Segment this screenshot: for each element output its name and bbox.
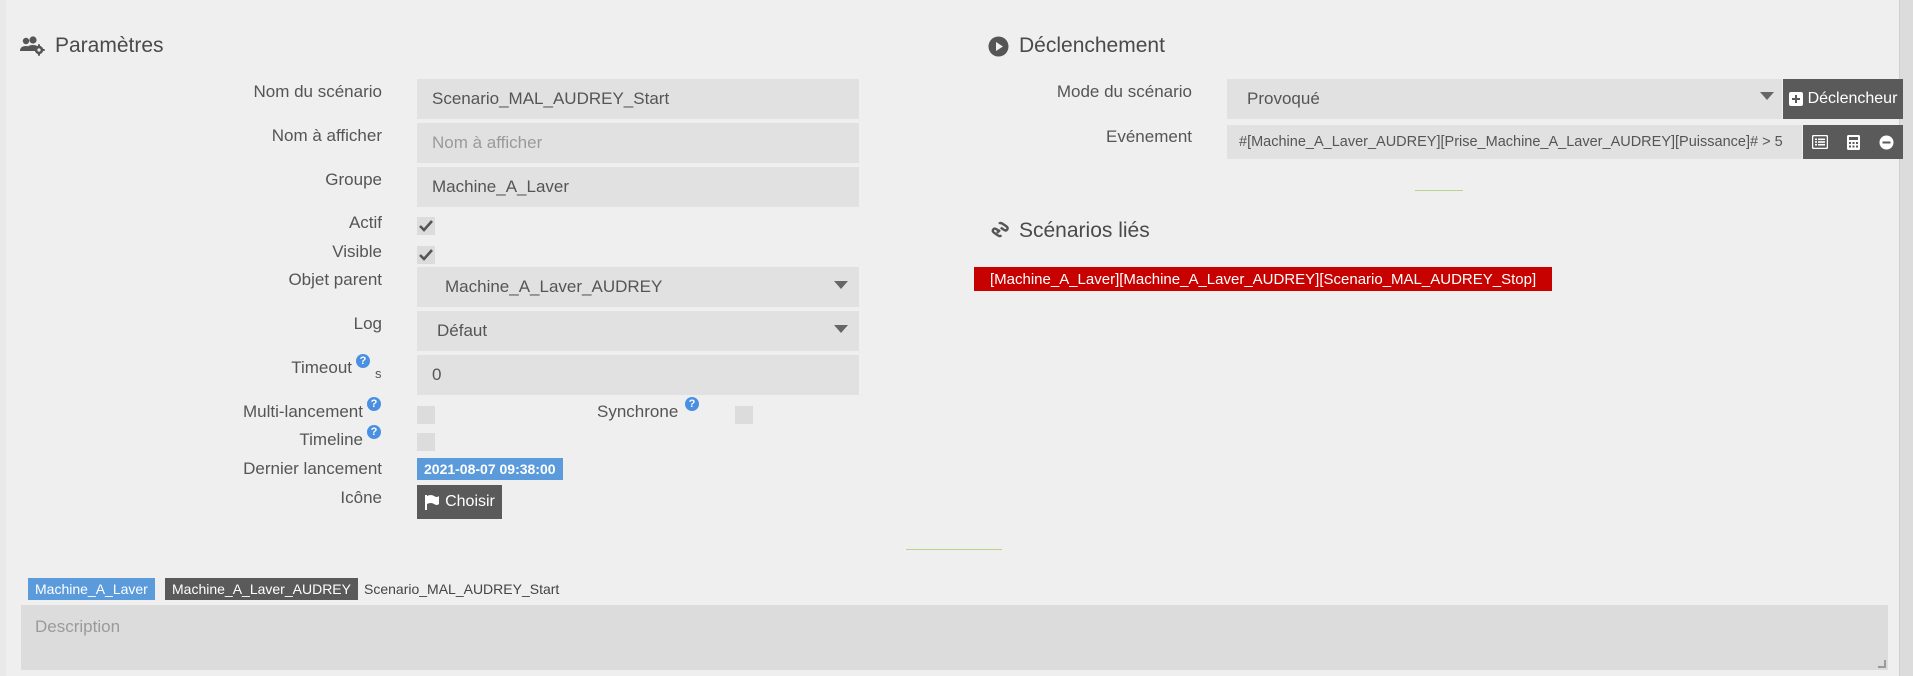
- timeout-input[interactable]: 0: [417, 355, 859, 395]
- label-timeline: Timeline: [299, 430, 363, 449]
- description-textarea[interactable]: Description: [21, 605, 1888, 670]
- divider: [906, 549, 1002, 550]
- help-icon[interactable]: ?: [685, 397, 699, 411]
- event-input[interactable]: #[Machine_A_Laver_AUDREY][Prise_Machine_…: [1227, 125, 1802, 159]
- label-nom-scenario: Nom du scénario: [253, 82, 382, 101]
- timeout-unit: s: [375, 366, 382, 381]
- flag-icon: [425, 494, 440, 510]
- group-input[interactable]: Machine_A_Laver: [417, 167, 859, 207]
- section-title-text: Paramètres: [55, 34, 164, 57]
- checkmark-icon: [419, 220, 433, 232]
- section-title-declenchement: Déclenchement: [988, 34, 1165, 58]
- add-trigger-label: Déclencheur: [1807, 90, 1898, 107]
- scenario-name-input[interactable]: Scenario_MAL_AUDREY_Start: [417, 79, 859, 119]
- chevron-down-icon: [1760, 92, 1774, 100]
- section-title-parametres: Paramètres: [19, 34, 164, 58]
- minus-circle-icon[interactable]: [1872, 125, 1900, 159]
- breadcrumb-object[interactable]: Machine_A_Laver_AUDREY: [165, 578, 358, 600]
- display-name-input[interactable]: Nom à afficher: [417, 123, 859, 163]
- section-title-scenarios-lies: Scénarios liés: [988, 219, 1150, 243]
- label-log: Log: [353, 314, 382, 333]
- label-multi-lancement: Multi-lancement: [243, 402, 363, 421]
- divider: [1415, 190, 1463, 191]
- timeline-checkbox[interactable]: [417, 433, 435, 451]
- add-trigger-button[interactable]: Déclencheur: [1783, 79, 1903, 119]
- chevron-down-icon: [834, 281, 848, 289]
- breadcrumb-group[interactable]: Machine_A_Laver: [28, 578, 155, 600]
- scenario-mode-select[interactable]: Provoqué: [1227, 79, 1782, 119]
- help-icon[interactable]: ?: [356, 354, 370, 368]
- choose-icon-label: Choisir: [445, 493, 495, 510]
- label-nom-afficher: Nom à afficher: [271, 126, 382, 145]
- play-circle-icon: [988, 36, 1009, 57]
- help-icon[interactable]: ?: [367, 425, 381, 439]
- label-visible: Visible: [332, 242, 382, 261]
- breadcrumb-scenario: Scenario_MAL_AUDREY_Start: [364, 581, 560, 597]
- synchrone-checkbox[interactable]: [735, 406, 753, 424]
- choose-icon-button[interactable]: Choisir: [417, 485, 502, 519]
- section-title-text: Scénarios liés: [1019, 219, 1150, 242]
- label-dernier-lancement: Dernier lancement: [243, 459, 382, 478]
- label-mode-scenario: Mode du scénario: [1056, 82, 1192, 101]
- label-evenement: Evénement: [1106, 127, 1192, 146]
- multi-lancement-checkbox[interactable]: [417, 406, 435, 424]
- label-objet-parent: Objet parent: [288, 270, 382, 289]
- link-icon: [988, 221, 1009, 242]
- section-title-text: Déclenchement: [1019, 34, 1165, 57]
- users-cog-icon: [19, 36, 45, 56]
- visible-checkbox[interactable]: [417, 246, 435, 264]
- page-left-border: [0, 0, 6, 676]
- parent-object-select[interactable]: Machine_A_Laver_AUDREY: [417, 267, 859, 307]
- log-select[interactable]: Défaut: [417, 311, 859, 351]
- actif-checkbox[interactable]: [417, 217, 435, 235]
- last-run-badge: 2021-08-07 09:38:00: [417, 458, 563, 480]
- plus-square-icon: [1788, 92, 1803, 106]
- help-icon[interactable]: ?: [367, 397, 381, 411]
- label-groupe: Groupe: [325, 170, 382, 189]
- checkmark-icon: [419, 249, 433, 261]
- label-synchrone: Synchrone: [597, 402, 679, 421]
- chevron-down-icon: [834, 325, 848, 333]
- calculator-icon[interactable]: [1839, 125, 1867, 159]
- label-timeout: Timeout: [291, 358, 352, 377]
- label-actif: Actif: [348, 213, 382, 232]
- linked-scenario-link[interactable]: [Machine_A_Laver][Machine_A_Laver_AUDREY…: [974, 267, 1553, 291]
- list-icon[interactable]: [1806, 125, 1834, 159]
- label-icone: Icône: [340, 488, 382, 507]
- resize-handle[interactable]: [1878, 660, 1886, 668]
